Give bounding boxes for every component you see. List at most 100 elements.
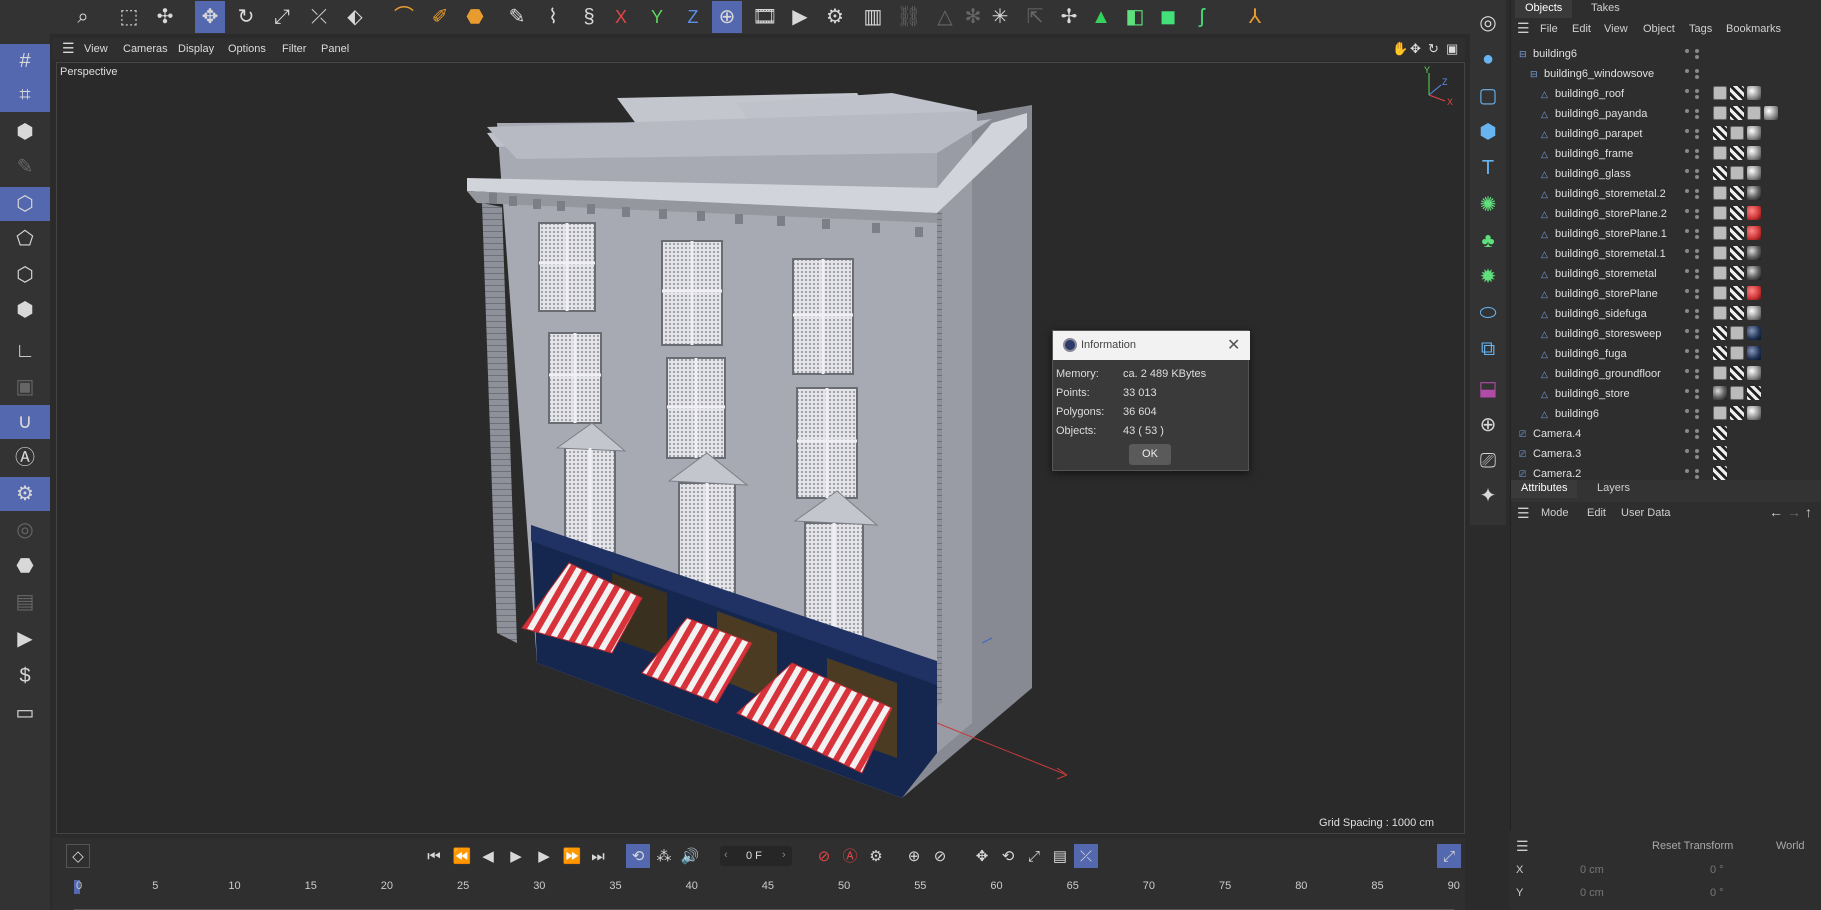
tab-attributes[interactable]: Attributes <box>1511 480 1578 498</box>
play-icon[interactable]: ▶ <box>504 844 528 868</box>
object-row[interactable]: △ building6_storePlane.2 <box>1511 204 1821 224</box>
plane-icon[interactable]: ▢ <box>1470 79 1506 113</box>
magnet-icon[interactable]: ∪ <box>0 405 50 439</box>
object-row[interactable]: △ building6_fuga <box>1511 344 1821 364</box>
render-queue-icon[interactable]: ▥ <box>858 1 888 33</box>
tag-icon[interactable] <box>1713 366 1727 380</box>
tag-icon[interactable] <box>1747 106 1761 120</box>
object-name[interactable]: building6_parapet <box>1555 128 1642 140</box>
tag-icon[interactable] <box>1747 346 1761 360</box>
coordinate-system-icon[interactable]: ⊕ <box>712 1 742 33</box>
object-row[interactable]: ⎚ Camera.4 <box>1511 424 1821 444</box>
point-mode-icon[interactable]: ⬡ <box>0 258 50 292</box>
dots-gear-icon[interactable]: ✻ <box>958 1 988 33</box>
tag-icon[interactable] <box>1730 326 1744 340</box>
go-end-icon[interactable]: ⏭ <box>586 844 610 868</box>
sound-icon[interactable]: 🔊 <box>678 844 702 868</box>
object-name[interactable]: building6_sidefuga <box>1555 308 1647 320</box>
tab-takes[interactable]: Takes <box>1581 0 1630 18</box>
tag-icon[interactable] <box>1713 446 1727 460</box>
search-icon[interactable]: ⌕ <box>68 1 98 33</box>
rotate-view-icon[interactable]: ↻ <box>1428 41 1439 57</box>
field-icon[interactable]: ⧉ <box>1470 332 1506 366</box>
polygon-mode-icon[interactable]: ⬡ <box>0 187 50 221</box>
object-row[interactable]: △ building6_storemetal <box>1511 264 1821 284</box>
effector-icon[interactable]: ⬓ <box>1470 372 1506 406</box>
coord-menu-icon[interactable]: ☰ <box>1516 838 1529 855</box>
tag-icon[interactable] <box>1730 186 1744 200</box>
object-name[interactable]: building6_storePlane.1 <box>1555 228 1667 240</box>
tag-icon[interactable] <box>1713 406 1727 420</box>
object-row[interactable]: △ building6_storePlane <box>1511 284 1821 304</box>
deformer-icon[interactable]: ✹ <box>1470 260 1506 294</box>
skeleton-icon[interactable]: ⅄ <box>1240 1 1270 33</box>
visibility-dots[interactable] <box>1685 189 1703 199</box>
workplane-icon[interactable]: ⚙ <box>0 477 50 511</box>
frame-field[interactable]: ‹ 0 F › <box>720 846 792 866</box>
snap-grid-icon[interactable]: ⌗ <box>0 78 50 112</box>
menu-options[interactable]: Options <box>228 43 266 55</box>
cube-icon[interactable]: ⬢ <box>0 115 50 149</box>
hamburger-icon[interactable]: ☰ <box>62 40 75 57</box>
object-name[interactable]: building6_frame <box>1555 148 1633 160</box>
tag-icon[interactable] <box>1713 186 1727 200</box>
interpolation-icon[interactable]: ⁂ <box>652 844 676 868</box>
tag-icon[interactable] <box>1747 246 1761 260</box>
z-axis-icon[interactable]: Z <box>678 1 708 33</box>
tag-icon[interactable] <box>1730 366 1744 380</box>
object-row[interactable]: ⎚ Camera.2 <box>1511 464 1821 480</box>
menu-display[interactable]: Display <box>178 43 214 55</box>
reset-transform-button[interactable]: Reset Transform <box>1652 840 1733 852</box>
tag-icon[interactable] <box>1747 186 1761 200</box>
tag-icon[interactable] <box>1730 266 1744 280</box>
tag-icon[interactable] <box>1713 206 1727 220</box>
objects-menu-object[interactable]: Object <box>1643 23 1675 35</box>
go-start-icon[interactable]: ⏮ <box>422 844 446 868</box>
spline-obj-icon[interactable]: ● <box>1470 42 1506 76</box>
visibility-dots[interactable] <box>1685 229 1703 239</box>
tag-icon[interactable] <box>1747 166 1761 180</box>
visibility-dots[interactable] <box>1685 89 1703 99</box>
object-row[interactable]: △ building6_frame <box>1511 144 1821 164</box>
menu-filter[interactable]: Filter <box>282 43 306 55</box>
tag-icon[interactable] <box>1713 306 1727 320</box>
visibility-dots[interactable] <box>1685 109 1703 119</box>
object-row[interactable]: △ building6_groundfloor <box>1511 364 1821 384</box>
object-name[interactable]: building6_storePlane.2 <box>1555 208 1667 220</box>
key-pos-icon[interactable]: ⊕ <box>902 844 926 868</box>
tag-icon[interactable] <box>1730 246 1744 260</box>
object-name[interactable]: building6_windowsove <box>1544 68 1654 80</box>
tag-icon[interactable] <box>1747 386 1761 400</box>
frame-dec-icon[interactable]: ‹ <box>724 849 728 861</box>
smooth-icon[interactable]: § <box>574 1 604 33</box>
light-icon[interactable]: ✦ <box>1470 479 1506 513</box>
axis-icon[interactable]: ∟ <box>0 334 50 368</box>
tag-icon[interactable] <box>1730 306 1744 320</box>
objects-menu-icon[interactable]: ☰ <box>1517 20 1530 37</box>
objects-menu-bookmarks[interactable]: Bookmarks <box>1726 23 1781 35</box>
tag-icon[interactable] <box>1747 266 1761 280</box>
next-key-icon[interactable]: ⏩ <box>560 844 584 868</box>
add-point-icon[interactable]: ⤫ <box>304 1 334 33</box>
x-axis-icon[interactable]: X <box>606 1 636 33</box>
tag-icon[interactable] <box>1730 126 1744 140</box>
scale-icon[interactable]: ⤢ <box>267 1 297 33</box>
tag-icon[interactable] <box>1730 386 1744 400</box>
camera-icon[interactable]: ⎚ <box>1470 444 1506 478</box>
object-row[interactable]: △ building6_storePlane.1 <box>1511 224 1821 244</box>
target-icon[interactable]: ◎ <box>0 513 50 547</box>
tab-objects[interactable]: Objects <box>1515 0 1573 18</box>
object-name[interactable]: building6_roof <box>1555 88 1624 100</box>
render-active-icon[interactable]: ▶ <box>0 622 50 656</box>
close-icon[interactable]: ✕ <box>1227 335 1240 355</box>
object-row[interactable]: ⊟ building6_windowsove <box>1511 64 1821 84</box>
brush-icon[interactable]: ⬣ <box>460 1 490 33</box>
expand-timeline-icon[interactable]: ⤢ <box>1437 844 1461 868</box>
next-frame-icon[interactable]: ▶ <box>532 844 556 868</box>
mograph-icon[interactable]: ♣ <box>1470 224 1506 258</box>
attributes-menu-edit[interactable]: Edit <box>1587 507 1606 519</box>
maximize-icon[interactable]: ▣ <box>1446 41 1458 57</box>
tag-icon[interactable] <box>1747 406 1761 420</box>
object-name[interactable]: building6_storePlane <box>1555 288 1658 300</box>
tag-icon[interactable] <box>1713 346 1727 360</box>
